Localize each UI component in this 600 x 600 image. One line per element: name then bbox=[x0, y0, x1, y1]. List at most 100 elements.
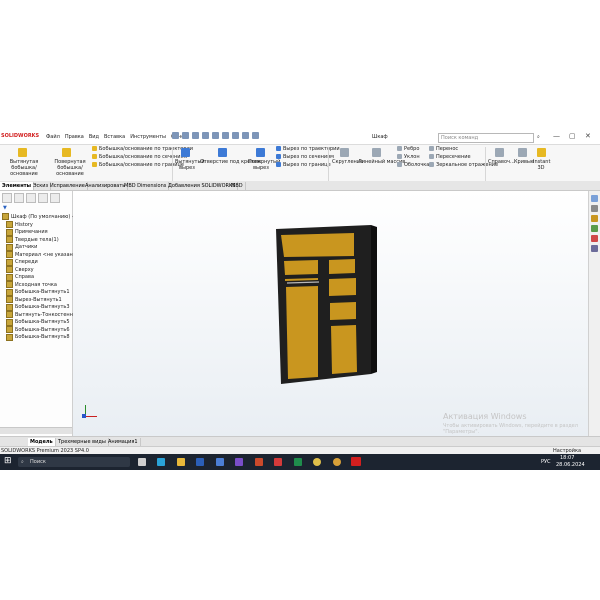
tab-repair[interactable]: Исправление bbox=[48, 182, 88, 190]
undo-icon[interactable] bbox=[222, 132, 229, 139]
filter-icon[interactable]: ▼ bbox=[3, 205, 7, 211]
tree-item[interactable]: Справа bbox=[6, 273, 34, 281]
clock-time[interactable]: 18:07 bbox=[560, 455, 574, 461]
intersect-icon[interactable] bbox=[429, 154, 434, 159]
tab-mbd-dimensions[interactable]: MBD Dimensions bbox=[122, 182, 170, 190]
tree-item[interactable]: Примечания bbox=[6, 228, 48, 236]
menu-insert[interactable]: Вставка bbox=[104, 134, 125, 140]
tree-item[interactable]: Вырез-Вытянуть1 bbox=[6, 296, 62, 303]
appearances-icon[interactable] bbox=[591, 235, 598, 242]
new-document-icon[interactable] bbox=[182, 132, 189, 139]
home-icon[interactable] bbox=[172, 132, 179, 139]
wrap-icon[interactable] bbox=[429, 146, 434, 151]
fillet-icon[interactable] bbox=[340, 148, 349, 157]
resources-icon[interactable] bbox=[591, 195, 598, 202]
tab-features[interactable]: Элементы bbox=[0, 182, 35, 190]
outlook-icon[interactable] bbox=[216, 458, 224, 466]
view-palette-icon[interactable] bbox=[591, 225, 598, 232]
swept-boss-button[interactable]: Бобышка/основание по траектории bbox=[99, 146, 193, 152]
lofted-cut-icon[interactable] bbox=[276, 154, 281, 159]
edge-icon[interactable] bbox=[157, 458, 165, 466]
tree-item[interactable]: Сверху bbox=[6, 266, 34, 273]
windows-start-icon[interactable]: ⊞ bbox=[4, 457, 13, 466]
task-view-icon[interactable] bbox=[138, 458, 146, 466]
clock-date[interactable]: 28.06.2024 bbox=[556, 462, 585, 468]
configuration-icon[interactable] bbox=[26, 193, 36, 203]
intersect-button[interactable]: Пересечение bbox=[436, 154, 471, 160]
extruded-cut-icon[interactable] bbox=[181, 148, 190, 157]
tab-model[interactable]: Модель bbox=[28, 438, 56, 446]
dimxpert-icon[interactable] bbox=[38, 193, 48, 203]
tree-item[interactable]: Вытянуть-Тонкостенный1 bbox=[6, 311, 83, 318]
tab-3d-views[interactable]: Трехмерные виды bbox=[56, 438, 109, 446]
extruded-boss-icon[interactable] bbox=[18, 148, 27, 157]
word-icon[interactable] bbox=[196, 458, 204, 466]
solidworks-taskbar-icon[interactable] bbox=[351, 457, 361, 466]
menu-file[interactable]: Файл bbox=[46, 134, 60, 140]
revolved-cut-icon[interactable] bbox=[256, 148, 265, 157]
select-icon[interactable] bbox=[232, 132, 239, 139]
curves-button[interactable]: Кривые bbox=[514, 159, 534, 165]
extruded-boss-button[interactable]: Вытянутая бобышка/основание bbox=[4, 159, 44, 177]
lofted-cut-button[interactable]: Вырез по сечениям bbox=[283, 154, 334, 160]
tab-animation[interactable]: Анимация1 bbox=[106, 438, 141, 446]
tree-item[interactable]: Бобышка-Вытянуть6 bbox=[6, 326, 70, 333]
hole-wizard-icon[interactable] bbox=[218, 148, 227, 157]
command-search-input[interactable]: Поиск команд bbox=[438, 133, 534, 143]
pdf-icon[interactable] bbox=[274, 458, 282, 466]
boundary-boss-icon[interactable] bbox=[92, 162, 97, 167]
tree-item[interactable]: Спереди bbox=[6, 258, 38, 266]
swept-cut-button[interactable]: Вырез по траектории bbox=[283, 146, 340, 152]
excel-icon[interactable] bbox=[294, 458, 302, 466]
viber-icon[interactable] bbox=[235, 458, 243, 466]
print-icon[interactable] bbox=[212, 132, 219, 139]
rebuild-icon[interactable] bbox=[242, 132, 249, 139]
property-manager-icon[interactable] bbox=[14, 193, 24, 203]
swept-boss-icon[interactable] bbox=[92, 146, 97, 151]
boundary-cut-icon[interactable] bbox=[276, 162, 281, 167]
custom-properties-icon[interactable] bbox=[591, 245, 598, 252]
options-icon[interactable] bbox=[252, 132, 259, 139]
graphics-viewport[interactable]: Активация Windows Чтобы активировать Win… bbox=[73, 191, 588, 436]
solidworks-logo[interactable]: SOLIDWORKS bbox=[1, 133, 39, 139]
rib-button[interactable]: Ребро bbox=[404, 146, 419, 152]
linear-pattern-icon[interactable] bbox=[372, 148, 381, 157]
save-icon[interactable] bbox=[202, 132, 209, 139]
tree-item[interactable]: Твердые тела(1) bbox=[6, 236, 59, 243]
revolved-boss-icon[interactable] bbox=[62, 148, 71, 157]
tree-item[interactable]: Бобышка-Вытянуть8 bbox=[6, 333, 70, 341]
curves-icon[interactable] bbox=[518, 148, 527, 157]
swept-cut-icon[interactable] bbox=[276, 146, 281, 151]
rib-icon[interactable] bbox=[397, 146, 402, 151]
tree-item[interactable]: Бобышка-Вытянуть3 bbox=[6, 303, 70, 311]
shell-icon[interactable] bbox=[397, 162, 402, 167]
maximize-button[interactable]: ▢ bbox=[569, 132, 576, 140]
instant3d-button[interactable]: Instant 3D bbox=[533, 159, 550, 171]
minimize-button[interactable]: — bbox=[553, 132, 560, 140]
tree-item[interactable]: Бобышка-Вытянуть5 bbox=[6, 318, 70, 326]
draft-button[interactable]: Уклон bbox=[404, 154, 420, 160]
taskbar-search-input[interactable]: ⌕ Поиск bbox=[18, 457, 130, 467]
search-icon[interactable]: ⌕ bbox=[537, 134, 540, 140]
display-manager-icon[interactable] bbox=[50, 193, 60, 203]
keyboard-language[interactable]: РУС bbox=[541, 459, 551, 465]
tab-solidworks-addins[interactable]: Добавления SOLIDWORKS bbox=[166, 182, 239, 190]
reference-geometry-icon[interactable] bbox=[495, 148, 504, 157]
menu-tools[interactable]: Инструменты bbox=[130, 134, 166, 140]
tree-item[interactable]: Материал <не указан> bbox=[6, 251, 77, 258]
tree-item[interactable]: Датчики bbox=[6, 243, 37, 251]
file-explorer-icon[interactable] bbox=[591, 215, 598, 222]
file-explorer-taskbar-icon[interactable] bbox=[177, 458, 185, 466]
mirror-icon[interactable] bbox=[429, 162, 434, 167]
close-button[interactable]: ✕ bbox=[585, 132, 591, 140]
open-icon[interactable] bbox=[192, 132, 199, 139]
chrome-icon[interactable] bbox=[313, 458, 321, 466]
revolved-cut-button[interactable]: Повернутый вырез bbox=[248, 159, 280, 171]
shell-button[interactable]: Оболочка bbox=[404, 162, 429, 168]
reference-geometry-button[interactable]: Справоч... bbox=[488, 159, 515, 165]
lofted-boss-icon[interactable] bbox=[92, 154, 97, 159]
design-library-icon[interactable] bbox=[591, 205, 598, 212]
feature-tree-icon[interactable] bbox=[2, 193, 12, 203]
tree-item[interactable]: History bbox=[6, 221, 33, 228]
menu-edit[interactable]: Правка bbox=[65, 134, 84, 140]
